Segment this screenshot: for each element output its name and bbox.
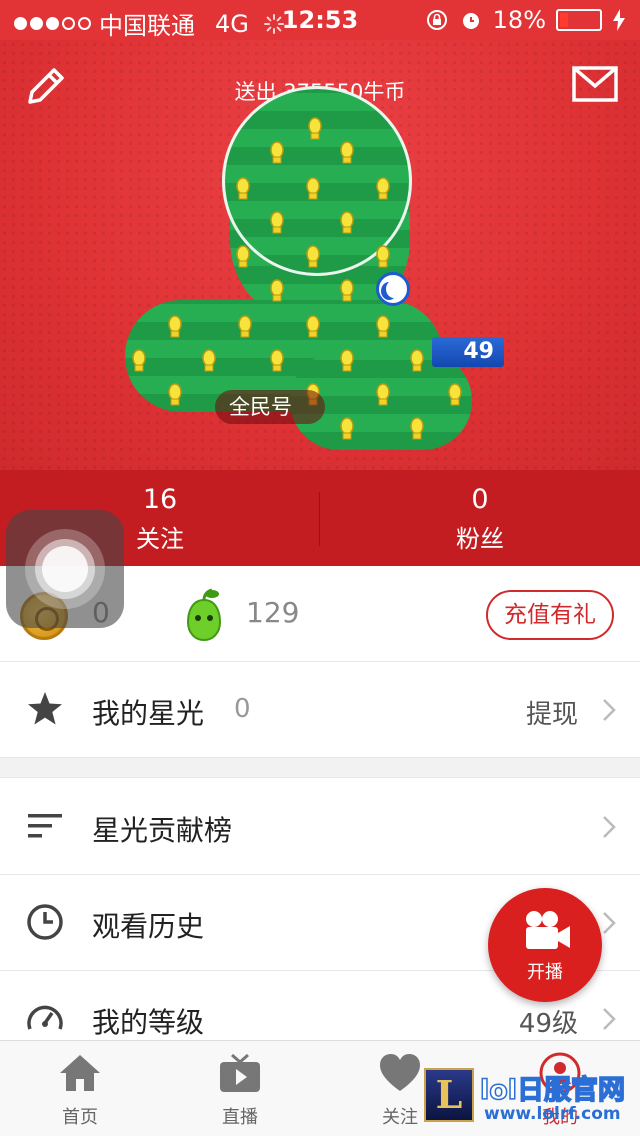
chevron-right-icon xyxy=(603,912,616,934)
moon-badge-icon xyxy=(376,272,410,306)
tab-live-label: 直播 xyxy=(222,1107,258,1128)
chevron-right-icon xyxy=(603,1008,616,1030)
status-right: 18% xyxy=(425,6,626,34)
level-badge: 49 xyxy=(432,337,504,367)
alarm-icon xyxy=(462,13,479,29)
history-label: 观看历史 xyxy=(92,910,205,943)
list-icon xyxy=(28,814,62,838)
username-pill: 全民号 xyxy=(215,390,325,424)
tab-home-label: 首页 xyxy=(62,1107,98,1128)
heart-icon xyxy=(380,1054,420,1091)
watermark-title: lol日服官网 xyxy=(479,1074,626,1107)
section-gap xyxy=(0,758,640,778)
pear-balance: 129 xyxy=(246,596,300,629)
level-value: 49级 xyxy=(518,1009,578,1039)
charging-bolt-icon xyxy=(613,9,625,31)
clock-icon xyxy=(27,904,63,940)
fans-label: 粉丝 xyxy=(456,525,504,553)
go-live-button[interactable]: 开播 xyxy=(488,888,602,1002)
tv-icon xyxy=(220,1053,260,1092)
mail-icon[interactable] xyxy=(572,66,618,102)
battery-percent: 18% xyxy=(492,6,546,34)
withdraw-link[interactable]: 提现 xyxy=(526,694,578,731)
tab-home[interactable]: 首页 xyxy=(0,1041,160,1136)
home-icon xyxy=(60,1055,100,1091)
go-live-label: 开播 xyxy=(527,962,563,983)
site-watermark: L lol日服官网 www.lolrf.com xyxy=(424,1068,636,1128)
recharge-button[interactable]: 充值有礼 xyxy=(486,590,614,640)
chevron-right-icon xyxy=(603,816,616,838)
chevron-right-icon xyxy=(603,699,616,721)
star-icon xyxy=(28,692,62,725)
fans-count: 0 xyxy=(471,484,489,515)
status-bar: 中国联通 4G 12:53 18% xyxy=(0,0,640,40)
rotation-lock-icon xyxy=(426,10,447,30)
assistive-touch-button[interactable] xyxy=(6,510,124,628)
pear-icon xyxy=(186,588,222,642)
fans-stat[interactable]: 0 粉丝 xyxy=(320,484,640,554)
level-label: 我的等级 xyxy=(92,1006,205,1039)
starlight-label: 我的星光 xyxy=(92,697,205,730)
watermark-logo: L xyxy=(424,1068,474,1122)
watermark-url: www.lolrf.com xyxy=(484,1104,621,1124)
menu-row-ranking[interactable]: 星光贡献榜 xyxy=(0,779,640,875)
starlight-value: 0 xyxy=(234,694,251,724)
ranking-label: 星光贡献榜 xyxy=(92,814,233,847)
avatar[interactable] xyxy=(222,86,412,276)
camera-icon xyxy=(526,911,570,949)
gauge-icon xyxy=(27,1005,63,1030)
menu-row-starlight[interactable]: 我的星光 0 提现 xyxy=(0,662,640,758)
tab-live[interactable]: 直播 xyxy=(160,1041,320,1136)
battery-icon xyxy=(556,9,602,31)
